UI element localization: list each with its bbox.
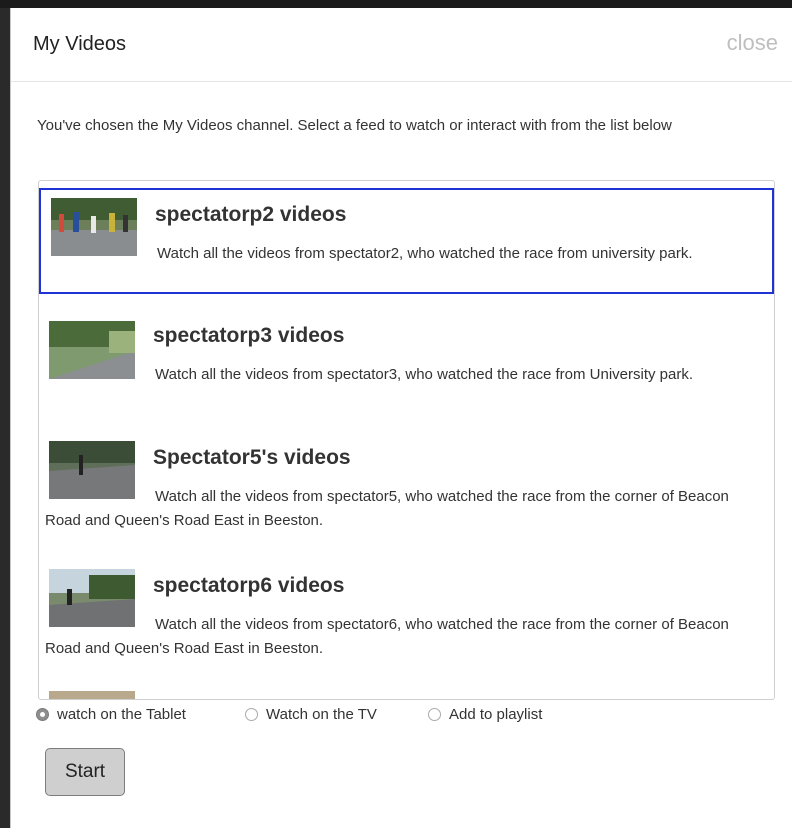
feed-item-spectatorp6[interactable]: spectatorp6 videos Watch all the videos …: [39, 561, 774, 671]
dialog-title: My Videos: [33, 33, 127, 55]
radio-playlist[interactable]: [428, 708, 441, 721]
feed-item-spectatorp2[interactable]: spectatorp2 videos Watch all the videos …: [39, 188, 774, 294]
feed-thumbnail-partial: [49, 691, 135, 699]
option-playlist[interactable]: Add to playlist: [428, 706, 542, 723]
feed-item-spectatorp3[interactable]: spectatorp3 videos Watch all the videos …: [39, 311, 774, 417]
start-button[interactable]: Start: [45, 748, 125, 796]
playback-options: watch on the Tablet Watch on the TV Add …: [36, 706, 776, 728]
radio-tv[interactable]: [245, 708, 258, 721]
feed-title: Spectator5's videos: [153, 446, 351, 469]
feed-description: Watch all the videos from spectator2, wh…: [157, 245, 693, 262]
radio-tablet[interactable]: [36, 708, 49, 721]
close-button[interactable]: close: [727, 30, 778, 56]
option-tv-label: Watch on the TV: [266, 706, 377, 723]
option-tablet[interactable]: watch on the Tablet: [36, 706, 186, 723]
feed-description: Watch all the videos from spectator3, wh…: [155, 366, 694, 383]
feed-list[interactable]: spectatorp2 videos Watch all the videos …: [38, 180, 775, 700]
feed-description: Watch all the videos from spectator5, wh…: [45, 488, 729, 529]
background-strip: [0, 0, 792, 8]
intro-text: You've chosen the My Videos channel. Sel…: [37, 117, 672, 134]
my-videos-dialog: My Videos close You've chosen the My Vid…: [10, 8, 792, 828]
option-tablet-label: watch on the Tablet: [57, 706, 186, 723]
feed-description: Watch all the videos from spectator6, wh…: [45, 616, 729, 657]
option-tv[interactable]: Watch on the TV: [245, 706, 377, 723]
feed-item-spectator5[interactable]: Spectator5's videos Watch all the videos…: [39, 433, 774, 543]
feed-title: spectatorp6 videos: [153, 574, 345, 597]
feed-title: spectatorp3 videos: [153, 324, 345, 347]
option-playlist-label: Add to playlist: [449, 706, 543, 723]
dialog-header: My Videos close: [11, 8, 792, 82]
feed-title: spectatorp2 videos: [155, 203, 347, 226]
